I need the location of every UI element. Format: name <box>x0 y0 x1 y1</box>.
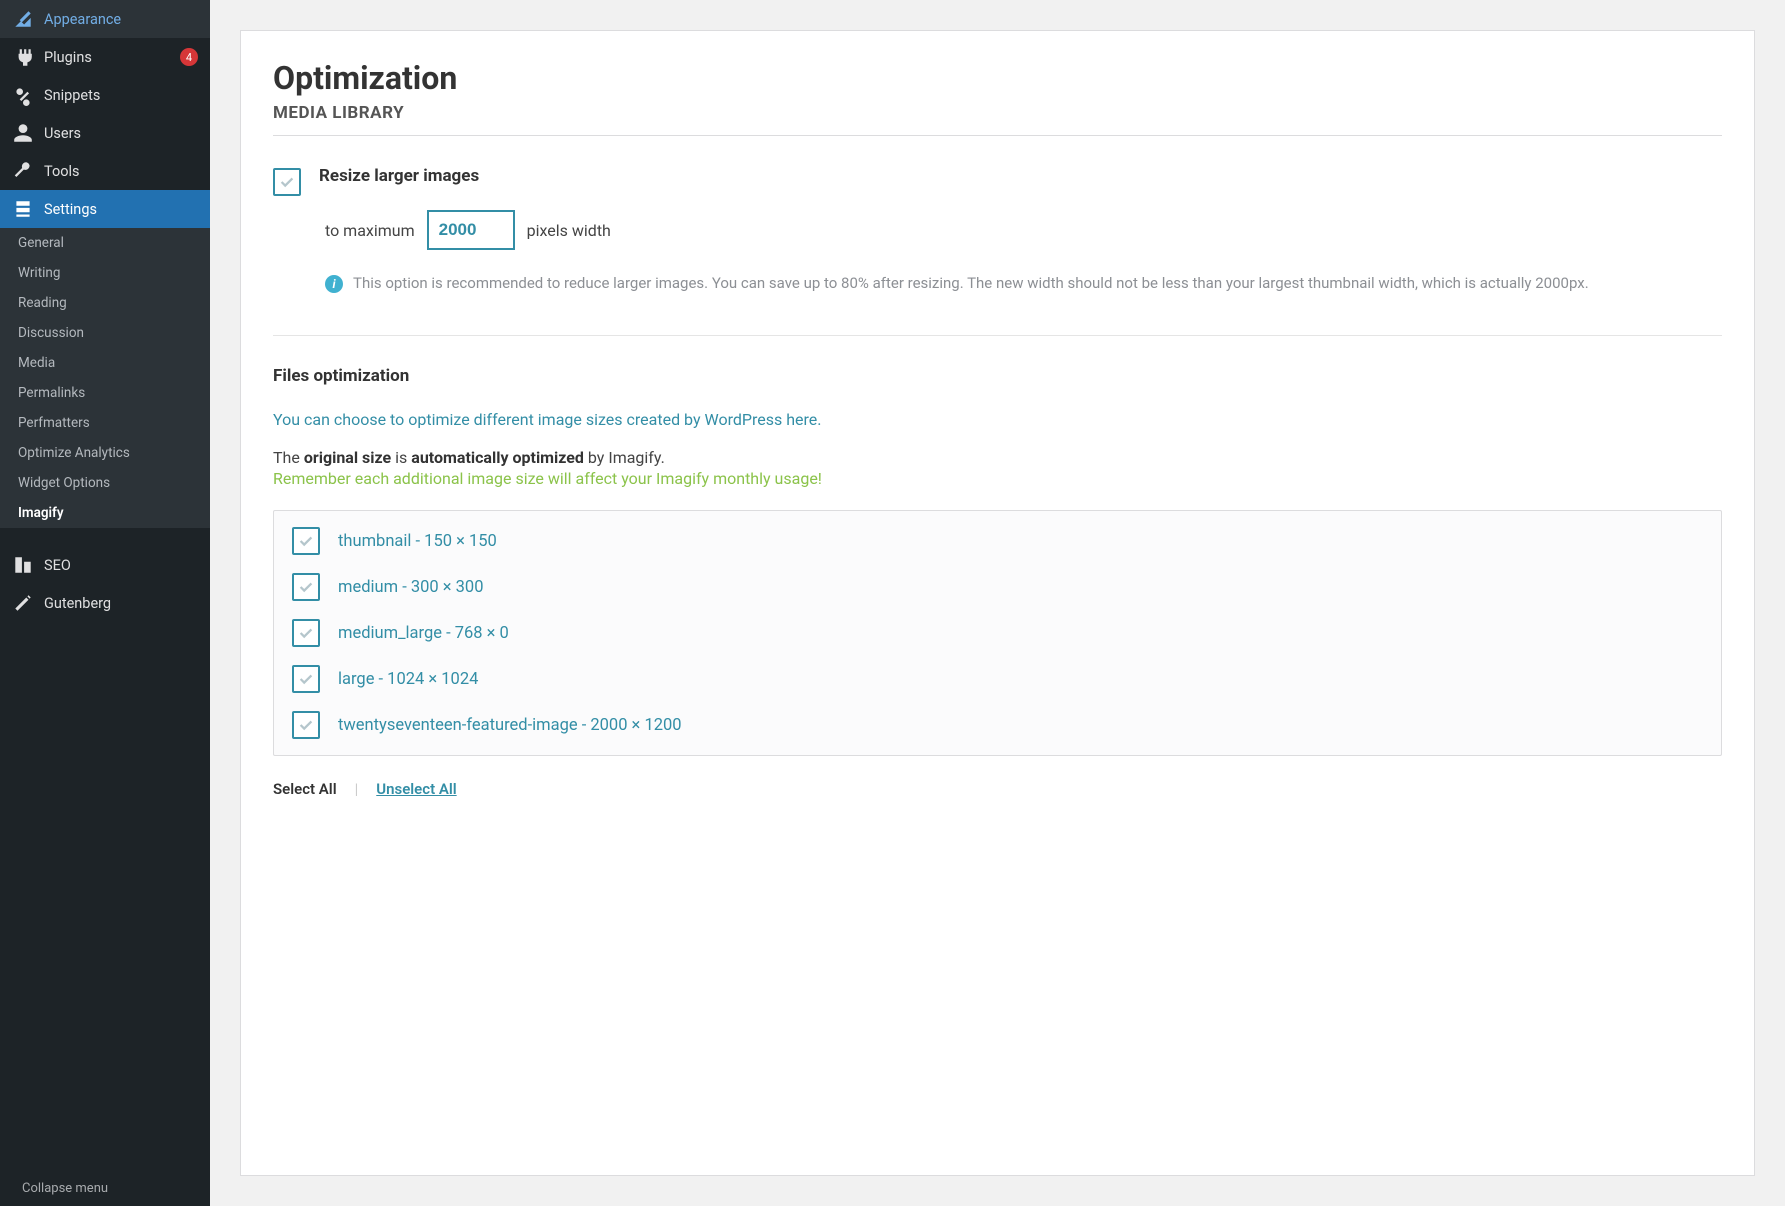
usage-warning: Remember each additional image size will… <box>273 469 1722 488</box>
check-icon <box>297 532 315 550</box>
sidebar-item-label: Gutenberg <box>44 595 198 612</box>
users-icon <box>12 122 34 144</box>
size-label: medium - 300 × 300 <box>338 578 483 597</box>
admin-sidebar: Appearance Plugins 4 Snippets Users <box>0 0 210 1206</box>
resize-checkbox[interactable] <box>273 168 301 196</box>
check-icon <box>297 578 315 596</box>
tools-icon <box>12 160 34 182</box>
sidebar-item-seo[interactable]: SEO <box>0 546 210 584</box>
settings-submenu: General Writing Reading Discussion Media… <box>0 228 210 528</box>
submenu-item-perfmatters[interactable]: Perfmatters <box>0 408 210 438</box>
size-label: twentyseventeen-featured-image - 2000 × … <box>338 716 682 735</box>
select-all-link[interactable]: Select All <box>273 780 337 798</box>
submenu-item-media[interactable]: Media <box>0 348 210 378</box>
resize-prefix: to maximum <box>325 221 415 240</box>
submenu-item-optimize-analytics[interactable]: Optimize Analytics <box>0 438 210 468</box>
menu-separator <box>0 528 210 546</box>
files-optimization-title: Files optimization <box>273 366 1722 386</box>
size-checkbox[interactable] <box>292 527 320 555</box>
submenu-item-general[interactable]: General <box>0 228 210 258</box>
appearance-icon <box>12 8 34 30</box>
check-icon <box>297 716 315 734</box>
submenu-item-reading[interactable]: Reading <box>0 288 210 318</box>
resize-option-label: Resize larger images <box>319 166 479 186</box>
sidebar-item-settings[interactable]: Settings <box>0 190 210 228</box>
info-icon: i <box>325 275 343 293</box>
selector-separator: | <box>355 780 359 798</box>
resize-info-text: This option is recommended to reduce lar… <box>353 272 1589 295</box>
size-checkbox[interactable] <box>292 665 320 693</box>
size-label: large - 1024 × 1024 <box>338 670 478 689</box>
submenu-item-permalinks[interactable]: Permalinks <box>0 378 210 408</box>
resize-suffix: pixels width <box>527 221 611 240</box>
image-sizes-list[interactable]: thumbnail - 150 × 150 medium - 300 × 300… <box>273 510 1722 756</box>
submenu-item-imagify[interactable]: Imagify <box>0 498 210 528</box>
size-row-medium: medium - 300 × 300 <box>292 573 1703 601</box>
size-label: thumbnail - 150 × 150 <box>338 532 497 551</box>
section-divider <box>273 335 1722 336</box>
auto-optimize-line: The original size is automatically optim… <box>273 448 1722 467</box>
check-icon <box>278 173 296 191</box>
seo-icon <box>12 554 34 576</box>
settings-icon <box>12 198 34 220</box>
size-row-medium-large: medium_large - 768 × 0 <box>292 619 1703 647</box>
sidebar-item-gutenberg[interactable]: Gutenberg <box>0 584 210 622</box>
sidebar-item-plugins[interactable]: Plugins 4 <box>0 38 210 76</box>
page-subtitle: MEDIA LIBRARY <box>273 103 1722 136</box>
size-checkbox[interactable] <box>292 711 320 739</box>
sidebar-item-users[interactable]: Users <box>0 114 210 152</box>
sidebar-item-label: Snippets <box>44 87 198 104</box>
resize-width-line: to maximum pixels width <box>325 210 1722 250</box>
size-checkbox[interactable] <box>292 573 320 601</box>
sidebar-item-label: SEO <box>44 557 198 574</box>
submenu-item-widget-options[interactable]: Widget Options <box>0 468 210 498</box>
snippets-icon <box>12 84 34 106</box>
size-checkbox[interactable] <box>292 619 320 647</box>
sidebar-item-label: Settings <box>44 201 198 218</box>
unselect-all-link[interactable]: Unselect All <box>376 780 456 798</box>
size-row-featured: twentyseventeen-featured-image - 2000 × … <box>292 711 1703 739</box>
sidebar-item-tools[interactable]: Tools <box>0 152 210 190</box>
max-width-input[interactable] <box>427 210 515 250</box>
gutenberg-icon <box>12 592 34 614</box>
resize-option-row: Resize larger images <box>273 166 1722 196</box>
sidebar-item-snippets[interactable]: Snippets <box>0 76 210 114</box>
collapse-menu-button[interactable]: Collapse menu <box>0 1171 210 1206</box>
check-icon <box>297 624 315 642</box>
settings-panel: Optimization MEDIA LIBRARY Resize larger… <box>240 30 1755 1176</box>
sidebar-item-label: Tools <box>44 163 198 180</box>
page-title: Optimization <box>273 59 1722 97</box>
size-selectors: Select All | Unselect All <box>273 780 1722 798</box>
sidebar-item-label: Plugins <box>44 49 166 66</box>
sidebar-item-label: Users <box>44 125 198 142</box>
submenu-item-discussion[interactable]: Discussion <box>0 318 210 348</box>
collapse-label: Collapse menu <box>22 1181 108 1196</box>
size-row-large: large - 1024 × 1024 <box>292 665 1703 693</box>
sidebar-item-label: Appearance <box>44 11 198 28</box>
resize-info: i This option is recommended to reduce l… <box>325 272 1722 295</box>
sidebar-item-appearance[interactable]: Appearance <box>0 0 210 38</box>
plugins-update-badge: 4 <box>180 48 198 66</box>
check-icon <box>297 670 315 688</box>
size-row-thumbnail: thumbnail - 150 × 150 <box>292 527 1703 555</box>
plugins-icon <box>12 46 34 68</box>
submenu-item-writing[interactable]: Writing <box>0 258 210 288</box>
files-optimization-desc: You can choose to optimize different ima… <box>273 408 1722 433</box>
main-content: Optimization MEDIA LIBRARY Resize larger… <box>210 0 1785 1206</box>
size-label: medium_large - 768 × 0 <box>338 624 509 643</box>
